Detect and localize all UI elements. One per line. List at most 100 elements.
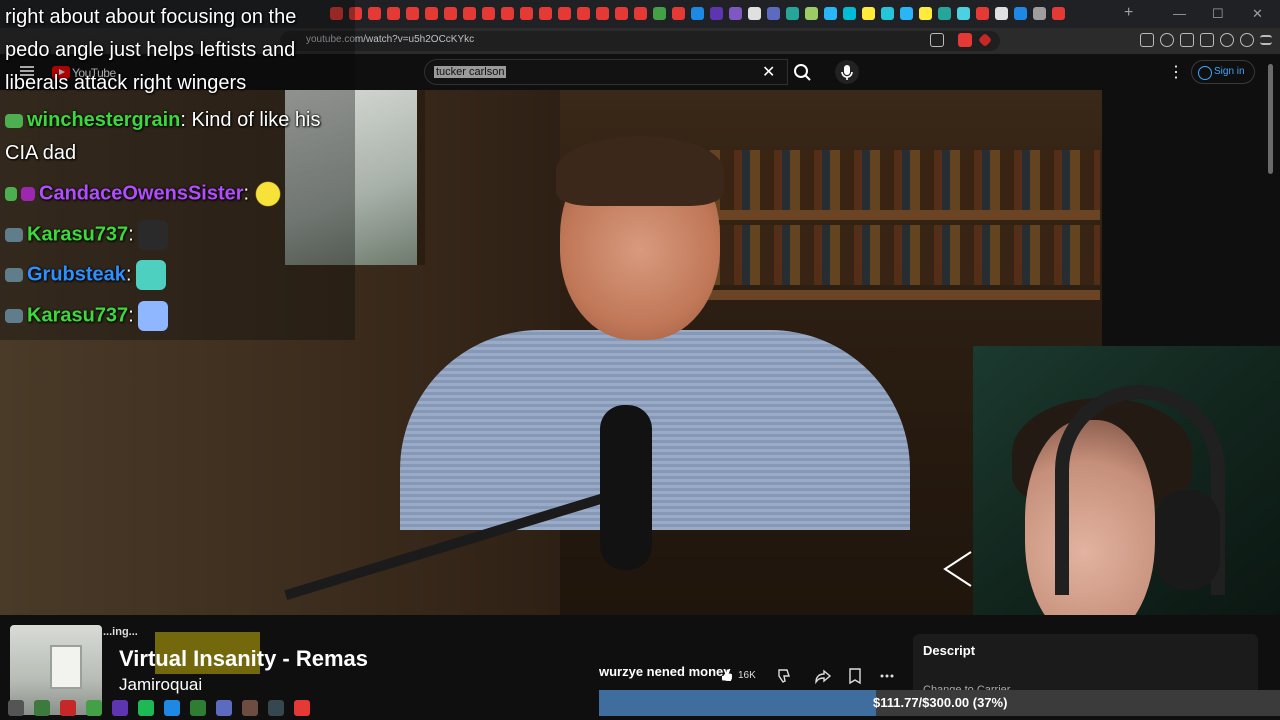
new-tab-button[interactable]: + <box>1124 5 1133 21</box>
browser-tab[interactable] <box>786 7 799 20</box>
chat-message: Grubsteak: <box>5 260 166 290</box>
chat-emote-icon <box>135 260 166 290</box>
chat-message: CandaceOwensSister: <box>5 179 284 209</box>
browser-tab[interactable] <box>425 7 438 20</box>
browser-tab[interactable] <box>463 7 476 20</box>
taskbar-app-icon[interactable] <box>60 700 76 716</box>
like-button[interactable]: 16K <box>718 665 756 687</box>
browser-tab[interactable] <box>691 7 704 20</box>
browser-tab[interactable] <box>748 7 761 20</box>
chat-text: CIA dad <box>5 142 77 164</box>
search-query[interactable]: tucker carlson <box>434 66 507 78</box>
sign-in-button[interactable]: Sign in <box>1191 60 1255 84</box>
browser-tab[interactable] <box>710 7 723 20</box>
chat-username: Grubsteak <box>27 263 126 286</box>
browser-tab[interactable] <box>843 7 856 20</box>
browser-tab[interactable] <box>976 7 989 20</box>
browser-tab[interactable] <box>368 7 381 20</box>
browser-tab[interactable] <box>1033 7 1046 20</box>
browser-tab[interactable] <box>881 7 894 20</box>
browser-tab[interactable] <box>653 7 666 20</box>
chat-message: liberals attack right wingers <box>5 72 246 95</box>
browser-tab[interactable] <box>482 7 495 20</box>
extensions-icon[interactable] <box>1140 33 1154 47</box>
taskbar-app-icon[interactable] <box>294 700 310 716</box>
chat-badge-icon <box>5 187 17 201</box>
browser-tab[interactable] <box>1014 7 1027 20</box>
leo-ai-icon[interactable] <box>1220 33 1234 47</box>
chat-message: winchestergrain: Kind of like his <box>5 109 320 132</box>
close-window-button[interactable]: ✕ <box>1252 6 1263 22</box>
save-icon[interactable] <box>845 666 865 686</box>
taskbar-app-icon[interactable] <box>112 700 128 716</box>
maximize-button[interactable]: ☐ <box>1212 6 1224 22</box>
share-icon[interactable] <box>813 666 833 686</box>
more-actions-icon[interactable] <box>877 666 897 686</box>
brave-shield-icon[interactable] <box>958 33 972 47</box>
video-microphone <box>600 405 652 570</box>
browser-tab[interactable] <box>805 7 818 20</box>
sidebar-icon[interactable] <box>1180 33 1194 47</box>
donation-goal-text: $111.77/$300.00 (37%) <box>873 695 1008 710</box>
browser-tab[interactable] <box>444 7 457 20</box>
browser-tab[interactable] <box>539 7 552 20</box>
taskbar-app-icon[interactable] <box>8 700 24 716</box>
browser-tab[interactable] <box>919 7 932 20</box>
browser-tab[interactable] <box>634 7 647 20</box>
video-host-hair <box>556 136 724 206</box>
chat-badge-icon <box>5 228 23 242</box>
webcam-headphone-earcup <box>1155 490 1220 590</box>
taskbar-app-icon[interactable] <box>268 700 284 716</box>
taskbar-app-icon[interactable] <box>34 700 50 716</box>
browser-tab[interactable] <box>501 7 514 20</box>
browser-tab[interactable] <box>596 7 609 20</box>
browser-tab[interactable] <box>1052 7 1065 20</box>
settings-menu-icon[interactable]: ⋮ <box>1168 62 1184 82</box>
browser-tab[interactable] <box>729 7 742 20</box>
browser-tab[interactable] <box>995 7 1008 20</box>
chat-emote-icon <box>137 220 168 250</box>
now-playing-title: Virtual Insanity - Remas <box>119 646 369 671</box>
clear-search-button[interactable]: ✕ <box>762 62 775 82</box>
browser-tab[interactable] <box>900 7 913 20</box>
wallet-icon[interactable] <box>1200 33 1214 47</box>
cast-icon[interactable] <box>930 33 944 47</box>
taskbar-app-icon[interactable] <box>164 700 180 716</box>
microphone-icon[interactable] <box>835 60 859 84</box>
shield-icon[interactable] <box>1240 33 1254 47</box>
chat-text: : Kind of like his <box>180 109 321 131</box>
minimize-button[interactable]: — <box>1173 6 1186 21</box>
browser-tabs[interactable] <box>330 7 1110 21</box>
taskbar-app-icon[interactable] <box>216 700 232 716</box>
browser-tab[interactable] <box>824 7 837 20</box>
chat-text: : <box>128 304 134 327</box>
browser-tab[interactable] <box>938 7 951 20</box>
media-icon[interactable] <box>1160 33 1174 47</box>
browser-tab[interactable] <box>577 7 590 20</box>
browser-tab[interactable] <box>672 7 685 20</box>
browser-tab[interactable] <box>520 7 533 20</box>
chat-badge-icon <box>5 268 23 282</box>
chat-message: CIA dad <box>5 142 76 165</box>
chat-message: right about about focusing on the <box>5 6 296 29</box>
taskbar-app-icon[interactable] <box>86 700 102 716</box>
chat-text: pedo angle just helps leftists and <box>5 39 296 61</box>
browser-menu-icon[interactable] <box>1260 35 1272 45</box>
browser-tab[interactable] <box>406 7 419 20</box>
taskbar <box>0 696 420 720</box>
dislike-icon[interactable] <box>774 666 794 686</box>
taskbar-app-icon[interactable] <box>190 700 206 716</box>
chat-username: CandaceOwensSister <box>39 182 244 205</box>
browser-tab[interactable] <box>957 7 970 20</box>
browser-tab[interactable] <box>862 7 875 20</box>
scrollbar-thumb[interactable] <box>1268 64 1273 174</box>
browser-tab[interactable] <box>387 7 400 20</box>
browser-tab[interactable] <box>767 7 780 20</box>
video-host-body <box>400 330 910 530</box>
browser-tab[interactable] <box>558 7 571 20</box>
taskbar-app-icon[interactable] <box>242 700 258 716</box>
search-icon[interactable] <box>788 59 818 85</box>
browser-tab[interactable] <box>615 7 628 20</box>
chevron-left-icon[interactable] <box>943 550 973 588</box>
taskbar-app-icon[interactable] <box>138 700 154 716</box>
